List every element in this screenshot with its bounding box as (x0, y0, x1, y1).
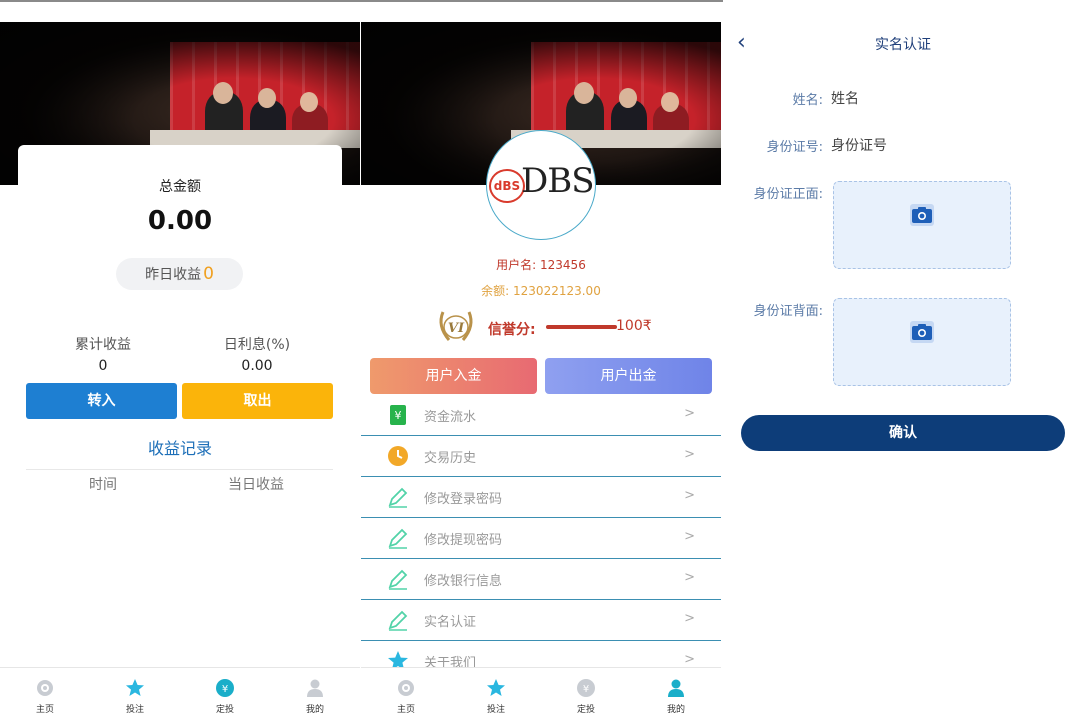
tab-home[interactable]: 主页 (0, 674, 90, 715)
pencil-icon (388, 610, 408, 631)
menu-item-label: 资金流水 (424, 410, 477, 425)
cumulative-earnings-value: 0 (98, 358, 108, 374)
chevron-right-icon: > (684, 406, 695, 421)
logo-badge: dBS (489, 169, 525, 203)
balance-text: 余额: 123022123.00 (481, 284, 601, 298)
user-icon (668, 679, 684, 697)
chevron-right-icon: > (684, 652, 695, 667)
withdraw-funds-button[interactable]: 用户出金 (545, 358, 712, 394)
menu-item-label: 交易历史 (424, 451, 477, 466)
yesterday-earnings-label: 昨日收益 (145, 267, 202, 283)
id-back-upload[interactable] (833, 298, 1011, 386)
divider (26, 469, 333, 470)
daily-rate-label: 日利息(%) (223, 337, 291, 353)
menu-item-real-name-auth[interactable]: 实名认证 > (361, 600, 721, 641)
invest-icon: ¥ (577, 679, 595, 697)
column-daily-earnings: 当日收益 (228, 477, 284, 493)
tab-label: 投注 (486, 705, 505, 715)
vip-badge-icon: VI (439, 311, 473, 341)
star-icon (126, 679, 144, 696)
total-amount-label: 总金额 (159, 179, 201, 195)
transfer-in-button[interactable]: 转入 (26, 383, 177, 419)
camera-icon (910, 321, 934, 343)
tab-label: 定投 (576, 705, 595, 715)
real-name-auth-panel: ‹ 实名认证 姓名: 姓名 身份证号: 身份证号 身份证正面: 身份证背面: 确… (723, 0, 1083, 717)
home-icon (398, 680, 414, 696)
tab-bet[interactable]: 投注 (90, 674, 180, 715)
invest-panel: 总金额 0.00 昨日收益 0 累计收益 0 日利息(%) 0.00 转入 取出 … (0, 22, 360, 717)
menu-item-change-login-password[interactable]: 修改登录密码 > (361, 477, 721, 518)
page-title: 实名认证 (875, 37, 931, 53)
tab-bet[interactable]: 投注 (451, 674, 541, 715)
pencil-icon (388, 569, 408, 590)
withdraw-button[interactable]: 取出 (182, 383, 333, 419)
user-icon (307, 679, 323, 697)
logo-word: DBS (521, 161, 595, 201)
tab-label: 投注 (125, 705, 144, 715)
id-number-label: 身份证号: (766, 140, 823, 155)
chevron-right-icon: > (684, 570, 695, 585)
dbs-logo: dBS DBS (486, 130, 596, 240)
bottom-tab-bar: 主页 投注 ¥ 定投 我的 (361, 667, 721, 717)
username-text: 用户名: 123456 (496, 258, 586, 272)
tab-label: 定投 (215, 705, 234, 715)
menu-item-change-withdraw-password[interactable]: 修改提现密码 > (361, 518, 721, 559)
menu-item-label: 实名认证 (424, 615, 477, 630)
cumulative-earnings: 累计收益 0 (23, 334, 183, 374)
svg-text:¥: ¥ (222, 684, 228, 695)
credit-score-bar (546, 325, 617, 329)
menu-item-trade-history[interactable]: 交易历史 > (361, 436, 721, 477)
id-front-label: 身份证正面: (753, 187, 823, 202)
name-input[interactable]: 姓名 (831, 88, 859, 108)
home-icon (37, 680, 53, 696)
name-label: 姓名: (792, 93, 823, 108)
yesterday-earnings-value: 0 (203, 264, 214, 284)
camera-icon (910, 204, 934, 226)
deposit-button[interactable]: 用户入金 (370, 358, 537, 394)
tab-label: 我的 (305, 705, 324, 715)
yesterday-earnings-pill: 昨日收益 0 (116, 258, 243, 290)
id-front-upload[interactable] (833, 181, 1011, 269)
tab-mine[interactable]: 我的 (631, 674, 721, 715)
column-time: 时间 (89, 477, 117, 493)
menu-item-fund-flow[interactable]: ¥ 资金流水 > (361, 395, 721, 436)
tab-home[interactable]: 主页 (361, 674, 451, 715)
tab-label: 我的 (666, 705, 685, 715)
cumulative-earnings-label: 累计收益 (75, 337, 131, 353)
profile-panel: dBS DBS 用户名: 123456 余额: 123022123.00 VI … (361, 22, 721, 717)
bottom-tab-bar: 主页 投注 ¥ 定投 我的 (0, 667, 360, 717)
chevron-right-icon: > (684, 611, 695, 626)
invest-icon: ¥ (216, 679, 234, 697)
clock-icon (388, 446, 408, 466)
menu-item-label: 修改银行信息 (424, 574, 503, 589)
menu-item-change-bank-info[interactable]: 修改银行信息 > (361, 559, 721, 600)
tab-label: 主页 (35, 705, 54, 715)
chevron-right-icon: > (684, 529, 695, 544)
tab-invest[interactable]: ¥ 定投 (541, 674, 631, 715)
tab-mine[interactable]: 我的 (270, 674, 360, 715)
credit-score-label: 信誉分: (488, 322, 536, 338)
daily-rate-value: 0.00 (241, 358, 273, 374)
svg-text:¥: ¥ (395, 409, 402, 422)
pencil-icon (388, 487, 408, 508)
credit-score-value: 100₹ (616, 318, 652, 334)
chevron-right-icon: > (684, 447, 695, 462)
id-number-input[interactable]: 身份证号 (831, 135, 887, 155)
chevron-right-icon: > (684, 488, 695, 503)
tab-label: 主页 (396, 705, 415, 715)
earnings-records-link[interactable]: 收益记录 (0, 435, 360, 459)
tab-invest[interactable]: ¥ 定投 (180, 674, 270, 715)
vip-text: VI (448, 321, 465, 336)
money-note-icon: ¥ (390, 405, 406, 425)
menu-item-label: 修改登录密码 (424, 492, 503, 507)
total-amount-value: 0.00 (147, 206, 213, 236)
svg-text:¥: ¥ (583, 684, 589, 695)
confirm-button[interactable]: 确认 (741, 415, 1065, 451)
id-back-label: 身份证背面: (753, 304, 823, 319)
star-icon (487, 679, 505, 696)
daily-rate: 日利息(%) 0.00 (177, 334, 337, 374)
menu-item-label: 修改提现密码 (424, 533, 503, 548)
pencil-icon (388, 528, 408, 549)
